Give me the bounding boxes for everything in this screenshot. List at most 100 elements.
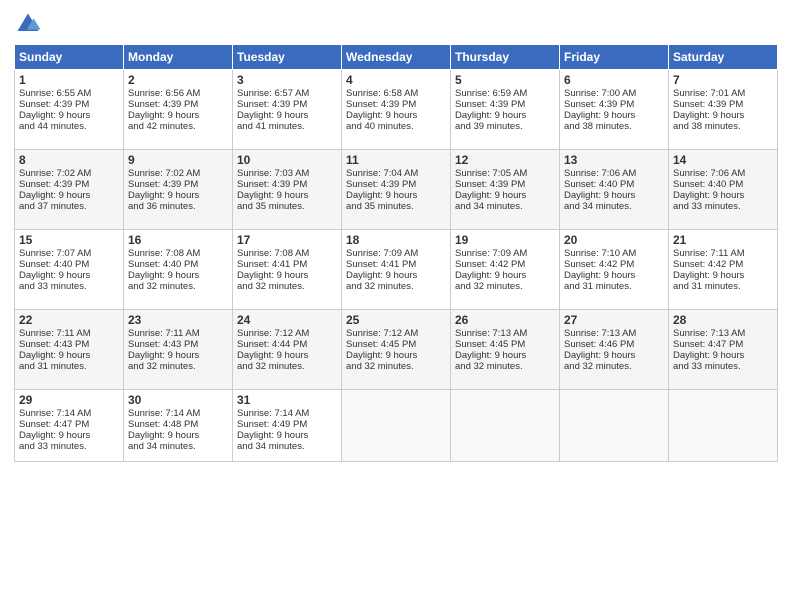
day-info: and 33 minutes.: [673, 201, 773, 212]
day-info: Sunrise: 7:02 AM: [19, 168, 119, 179]
calendar-cell: [451, 390, 560, 462]
day-info: Daylight: 9 hours: [346, 350, 446, 361]
day-info: Sunrise: 6:58 AM: [346, 88, 446, 99]
logo: [14, 10, 46, 38]
day-info: Daylight: 9 hours: [673, 270, 773, 281]
day-number: 31: [237, 393, 337, 407]
day-info: Daylight: 9 hours: [237, 190, 337, 201]
day-info: Sunset: 4:43 PM: [128, 339, 228, 350]
calendar-cell: 25Sunrise: 7:12 AMSunset: 4:45 PMDayligh…: [342, 310, 451, 390]
day-info: Daylight: 9 hours: [564, 110, 664, 121]
day-info: Daylight: 9 hours: [346, 190, 446, 201]
day-info: Sunrise: 7:05 AM: [455, 168, 555, 179]
day-number: 22: [19, 313, 119, 327]
day-info: and 34 minutes.: [564, 201, 664, 212]
day-info: Sunrise: 7:11 AM: [19, 328, 119, 339]
day-info: and 32 minutes.: [564, 361, 664, 372]
day-info: Sunset: 4:47 PM: [673, 339, 773, 350]
day-info: and 35 minutes.: [346, 201, 446, 212]
day-info: Sunset: 4:42 PM: [455, 259, 555, 270]
day-info: Sunrise: 7:08 AM: [128, 248, 228, 259]
day-info: Sunset: 4:41 PM: [346, 259, 446, 270]
day-info: Sunrise: 7:14 AM: [19, 408, 119, 419]
header: [14, 10, 778, 38]
day-number: 4: [346, 73, 446, 87]
day-info: Daylight: 9 hours: [455, 190, 555, 201]
day-info: Sunrise: 7:14 AM: [128, 408, 228, 419]
day-number: 28: [673, 313, 773, 327]
calendar-cell: 30Sunrise: 7:14 AMSunset: 4:48 PMDayligh…: [124, 390, 233, 462]
day-info: Sunrise: 7:13 AM: [455, 328, 555, 339]
calendar-cell: 14Sunrise: 7:06 AMSunset: 4:40 PMDayligh…: [669, 150, 778, 230]
day-info: Daylight: 9 hours: [564, 350, 664, 361]
day-info: Daylight: 9 hours: [237, 430, 337, 441]
day-info: Daylight: 9 hours: [346, 110, 446, 121]
col-header-friday: Friday: [560, 45, 669, 70]
calendar-cell: 15Sunrise: 7:07 AMSunset: 4:40 PMDayligh…: [15, 230, 124, 310]
day-info: and 39 minutes.: [455, 121, 555, 132]
day-info: Sunrise: 7:12 AM: [346, 328, 446, 339]
day-number: 16: [128, 233, 228, 247]
day-info: Sunset: 4:39 PM: [564, 99, 664, 110]
day-number: 6: [564, 73, 664, 87]
day-info: Sunrise: 7:00 AM: [564, 88, 664, 99]
day-info: and 41 minutes.: [237, 121, 337, 132]
day-info: and 31 minutes.: [19, 361, 119, 372]
day-info: and 42 minutes.: [128, 121, 228, 132]
day-info: Sunset: 4:39 PM: [673, 99, 773, 110]
day-info: Daylight: 9 hours: [455, 110, 555, 121]
day-number: 18: [346, 233, 446, 247]
day-info: Sunset: 4:45 PM: [455, 339, 555, 350]
day-info: Sunrise: 7:01 AM: [673, 88, 773, 99]
day-info: Sunset: 4:45 PM: [346, 339, 446, 350]
day-info: Daylight: 9 hours: [673, 190, 773, 201]
day-info: Daylight: 9 hours: [19, 350, 119, 361]
day-info: and 32 minutes.: [128, 281, 228, 292]
calendar-cell: 10Sunrise: 7:03 AMSunset: 4:39 PMDayligh…: [233, 150, 342, 230]
col-header-thursday: Thursday: [451, 45, 560, 70]
day-info: Sunset: 4:42 PM: [564, 259, 664, 270]
day-info: Daylight: 9 hours: [564, 190, 664, 201]
day-info: Daylight: 9 hours: [237, 270, 337, 281]
calendar-cell: 6Sunrise: 7:00 AMSunset: 4:39 PMDaylight…: [560, 70, 669, 150]
day-info: Sunset: 4:40 PM: [19, 259, 119, 270]
calendar-cell: 16Sunrise: 7:08 AMSunset: 4:40 PMDayligh…: [124, 230, 233, 310]
day-info: Sunset: 4:42 PM: [673, 259, 773, 270]
day-info: Sunrise: 6:56 AM: [128, 88, 228, 99]
day-number: 9: [128, 153, 228, 167]
day-info: and 34 minutes.: [455, 201, 555, 212]
day-info: Sunset: 4:40 PM: [673, 179, 773, 190]
calendar-cell: 13Sunrise: 7:06 AMSunset: 4:40 PMDayligh…: [560, 150, 669, 230]
day-number: 20: [564, 233, 664, 247]
day-info: Sunrise: 7:09 AM: [455, 248, 555, 259]
day-info: Sunset: 4:39 PM: [128, 179, 228, 190]
day-info: Daylight: 9 hours: [346, 270, 446, 281]
day-info: Daylight: 9 hours: [564, 270, 664, 281]
col-header-saturday: Saturday: [669, 45, 778, 70]
calendar-cell: 4Sunrise: 6:58 AMSunset: 4:39 PMDaylight…: [342, 70, 451, 150]
day-number: 24: [237, 313, 337, 327]
day-info: Sunset: 4:46 PM: [564, 339, 664, 350]
day-number: 12: [455, 153, 555, 167]
page-container: SundayMondayTuesdayWednesdayThursdayFrid…: [0, 0, 792, 472]
day-info: Sunrise: 7:03 AM: [237, 168, 337, 179]
logo-icon: [14, 10, 42, 38]
day-info: Sunset: 4:39 PM: [128, 99, 228, 110]
day-info: Daylight: 9 hours: [19, 110, 119, 121]
calendar-cell: 11Sunrise: 7:04 AMSunset: 4:39 PMDayligh…: [342, 150, 451, 230]
calendar-cell: 27Sunrise: 7:13 AMSunset: 4:46 PMDayligh…: [560, 310, 669, 390]
day-info: Daylight: 9 hours: [128, 430, 228, 441]
day-info: and 32 minutes.: [455, 361, 555, 372]
day-info: and 32 minutes.: [346, 281, 446, 292]
calendar-cell: 28Sunrise: 7:13 AMSunset: 4:47 PMDayligh…: [669, 310, 778, 390]
day-number: 10: [237, 153, 337, 167]
day-info: Sunrise: 7:04 AM: [346, 168, 446, 179]
day-info: and 37 minutes.: [19, 201, 119, 212]
day-number: 23: [128, 313, 228, 327]
calendar-cell: [560, 390, 669, 462]
day-info: Sunset: 4:44 PM: [237, 339, 337, 350]
day-info: and 33 minutes.: [19, 441, 119, 452]
day-info: Sunrise: 7:09 AM: [346, 248, 446, 259]
day-info: Sunset: 4:39 PM: [19, 99, 119, 110]
day-info: and 33 minutes.: [673, 361, 773, 372]
